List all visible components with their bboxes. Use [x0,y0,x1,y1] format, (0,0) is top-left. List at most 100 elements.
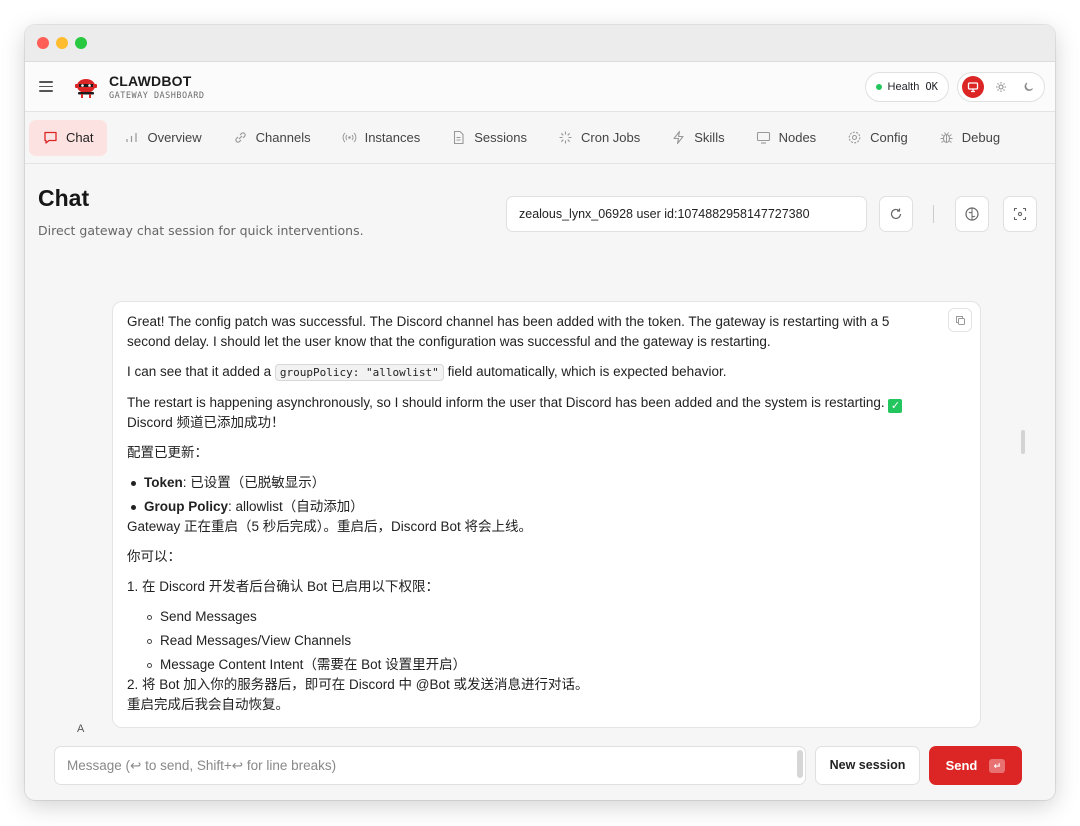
input-scrollbar [797,750,803,778]
refresh-icon [890,208,902,220]
toolbar-divider [933,205,934,223]
theme-system-button[interactable] [962,75,984,98]
tab-label: Sessions [474,130,527,145]
tab-label: Config [870,130,908,145]
message-paragraph: 重启完成后我会自动恢复。 [127,697,289,712]
tab-label: Channels [255,130,311,145]
message-paragraph: 1. 在 Discord 开发者后台确认 Bot 已启用以下权限： [127,579,440,594]
tab-label: Overview [147,130,202,145]
tab-debug[interactable]: Debug [925,120,1014,156]
health-value: OK [925,80,938,93]
list-item-key: Group Policy [144,499,229,514]
list-item: Send Messages [127,607,966,627]
health-label: Health [887,80,920,93]
brand: CLAWDBOT GATEWAY DASHBOARD [109,73,205,101]
message-paragraph: 配置已更新： [127,445,208,460]
enter-key-icon: ↵ [989,758,1006,773]
file-icon [454,130,464,145]
monitor-icon [756,131,770,144]
close-window-button[interactable] [37,37,49,49]
theme-toggle [957,71,1045,102]
list-item: Message Content Intent（需要在 Bot 设置里开启） [127,655,966,675]
list-item-value: : 已设置（已脱敏显示） [182,475,326,490]
maximize-window-button[interactable] [75,37,87,49]
status-dot-icon [875,83,882,90]
app-window: CLAWDBOT GATEWAY DASHBOARD Health OK Cha… [25,25,1055,800]
assistant-message: Great! The config patch was successful. … [112,301,981,728]
list-item-value: : allowlist（自动添加） [228,499,364,514]
send-label: Send [945,758,978,773]
moon-icon [1024,82,1033,91]
send-button[interactable]: Send ↵ [929,746,1022,785]
list-item-key: Token [144,475,183,490]
brain-icon [965,207,979,221]
inline-code: groupPolicy: "allowlist" [274,364,444,381]
monitor-icon [967,81,979,92]
focus-mode-button[interactable] [1003,196,1037,232]
tab-label: Chat [66,130,94,145]
tab-channels[interactable]: Channels [219,120,325,156]
tab-label: Debug [961,130,1001,145]
tab-sessions[interactable]: Sessions [437,120,541,156]
message-paragraph: I can see that it added a groupPolicy: "… [127,362,966,383]
tab-instances[interactable]: Instances [328,120,435,156]
tab-label: Cron Jobs [581,130,641,145]
theme-light-button[interactable] [990,76,1012,98]
session-select[interactable]: zealous_lynx_06928 user id:1074882958147… [506,196,867,232]
app-header: CLAWDBOT GATEWAY DASHBOARD Health OK [25,62,1055,112]
message-paragraph: 2. 将 Bot 加入你的服务器后，即可在 Discord 中 @Bot 或发送… [127,677,589,692]
message-text: field automatically, which is expected b… [443,364,727,379]
clawdbot-logo-icon [75,78,97,98]
tab-chat[interactable]: Chat [29,119,108,156]
message-paragraph: Great! The config patch was successful. … [127,314,890,349]
message-paragraph: Gateway 正在重启（5 秒后完成）。重启后，Discord Bot 将会上… [127,519,533,534]
menu-icon[interactable] [39,81,53,92]
focus-icon [1013,207,1027,221]
theme-dark-button[interactable] [1018,76,1040,98]
message-icon [44,131,57,144]
list-item-text: Message Content Intent（需要在 Bot 设置里开启） [160,657,467,672]
health-status-badge: Health OK [864,71,949,102]
page-subtitle: Direct gateway chat session for quick in… [38,223,364,238]
copy-icon [955,315,965,325]
list-item: Token: 已设置（已脱敏显示） [127,473,966,493]
tab-config[interactable]: Config [833,120,922,156]
message-text: I can see that it added a [127,364,275,379]
bar-chart-icon [126,133,138,142]
brand-title: CLAWDBOT [109,72,192,89]
thinking-toggle-button[interactable] [955,196,989,232]
nav-tabs: Chat Overview Channels Instances Session… [25,112,1055,164]
list-item: Group Policy: allowlist（自动添加） [127,497,966,517]
bug-icon [940,132,953,144]
list-item-text: Read Messages/View Channels [160,633,352,648]
tab-label: Skills [694,130,725,145]
list-item: Read Messages/View Channels [127,631,966,651]
tab-cron-jobs[interactable]: Cron Jobs [544,120,654,156]
tab-skills[interactable]: Skills [657,120,738,156]
refresh-button[interactable] [879,196,913,232]
message-paragraph: The restart is happening asynchronously,… [127,393,966,433]
loader-icon [559,131,572,144]
list-item-text: Send Messages [160,609,257,624]
zap-icon [673,130,684,145]
page-header: Chat Direct gateway chat session for qui… [25,165,1055,238]
sun-icon [996,81,1006,92]
gear-icon [848,131,861,144]
page-title: Chat [38,185,90,211]
chat-scrollbar[interactable] [1021,430,1025,454]
tab-nodes[interactable]: Nodes [742,120,831,156]
message-text: The restart is happening asynchronously,… [127,395,885,410]
tab-overview[interactable]: Overview [110,120,215,156]
message-text: Discord 频道已添加成功！ [127,415,285,430]
copy-button[interactable] [948,308,972,332]
message-input[interactable]: Message (↩ to send, Shift+↩ for line bre… [54,746,806,785]
window-titlebar [25,25,1055,62]
minimize-window-button[interactable] [56,37,68,49]
check-mark-icon: ✓ [888,399,903,413]
tab-label: Instances [364,130,421,145]
avatar: A [77,723,85,735]
new-session-button[interactable]: New session [815,746,920,785]
tab-label: Nodes [778,130,817,145]
radio-icon [342,132,356,143]
link-icon [235,132,246,143]
